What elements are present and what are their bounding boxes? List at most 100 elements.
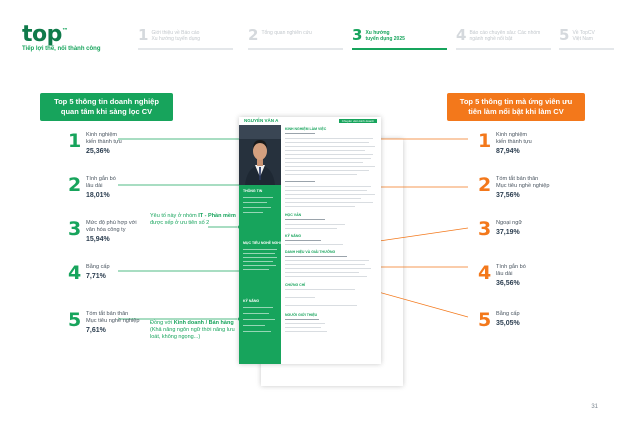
- employer-top5-header: Top 5 thông tin doanh nghiệp quan tâm kh…: [40, 93, 173, 121]
- item-text: Bằng cấp 35,05%: [496, 311, 576, 327]
- cv-cert-title: CHỨNG CHỈ: [285, 283, 306, 287]
- item-label: Tóm tắt bản thân Mục tiêu nghề nghiệp: [86, 311, 140, 324]
- topcv-logo: topcv™: [22, 22, 403, 386]
- candidate-item-3: 3 Ngoại ngữ 37,19%: [478, 220, 576, 239]
- item-label: Tóm tắt bản thân Mục tiêu nghề nghiệp: [496, 176, 550, 189]
- step-number: 1: [138, 26, 149, 44]
- page-number: 31: [591, 404, 598, 410]
- rank-number: 3: [68, 218, 82, 240]
- logo-top: top: [22, 22, 62, 47]
- item-text: Tính gắn bó lâu dài 36,56%: [496, 264, 576, 287]
- sales-callout: Đồng với Kinh doanh / Bán hàng (Khả năng…: [150, 320, 250, 341]
- cv-education-title: HỌC VẤN: [285, 213, 302, 217]
- step-bar: [456, 48, 551, 50]
- item-text: Mức độ phù hợp với văn hóa công ty 15,94%: [86, 220, 156, 243]
- callout-highlight: IT - Phần mềm: [198, 213, 236, 219]
- rank-number: 2: [68, 174, 82, 196]
- rank-number: 4: [478, 262, 492, 284]
- employer-item-3: 3 Mức độ phù hợp với văn hóa công ty 15,9…: [68, 218, 156, 244]
- rank-number: 5: [68, 309, 82, 331]
- rank-number: 3: [478, 218, 492, 240]
- item-text: Tóm tắt bản thân Mục tiêu nghề nghiệp 37,…: [496, 176, 576, 199]
- report-progress-steps: 1 Giới thiệu về Báo cáo Xu hướng tuyển d…: [118, 28, 618, 52]
- step-bar: [138, 48, 233, 50]
- step-2[interactable]: 2 Tổng quan nghiên cứu: [248, 28, 343, 50]
- employer-item-2: 2 Tính gắn bó lâu dài 18,01%: [68, 174, 156, 200]
- step-1[interactable]: 1 Giới thiệu về Báo cáo Xu hướng tuyển d…: [138, 28, 233, 50]
- item-percent: 37,19%: [496, 229, 520, 236]
- item-text: Bằng cấp 7,71%: [86, 264, 156, 280]
- step-number: 4: [456, 26, 467, 44]
- item-label: Mức độ phù hợp với văn hóa công ty: [86, 220, 137, 233]
- item-percent: 7,61%: [86, 327, 106, 334]
- callout-text-pre: Yêu tố này ở nhóm: [150, 213, 199, 219]
- item-percent: 35,05%: [496, 320, 520, 327]
- cv-sidebar-skill-title: KỸ NĂNG: [243, 299, 260, 303]
- candidate-item-1: 1 Kinh nghiệm kiến thành tựu 87,94%: [478, 130, 576, 156]
- cv-header: NGUYỄN VĂN A Chuyên viên kinh doanh: [239, 117, 381, 125]
- item-label: Kinh nghiệm kiến thành tựu: [496, 132, 532, 145]
- step-label: Xu hướng tuyển dụng 2025: [365, 30, 405, 42]
- callout-text-post: được xếp ở ưu tiên số 2: [150, 220, 210, 226]
- cv-name: NGUYỄN VĂN A: [244, 118, 279, 123]
- item-label: Ngoại ngữ: [496, 220, 523, 226]
- item-percent: 87,94%: [496, 148, 520, 155]
- it-callout: Yêu tố này ở nhóm IT - Phần mềm được xếp…: [150, 213, 250, 227]
- candidate-item-2: 2 Tóm tắt bản thân Mục tiêu nghề nghiệp 3…: [478, 174, 576, 200]
- step-number: 5: [559, 26, 570, 44]
- step-bar: [352, 48, 447, 50]
- item-label: Tính gắn bó lâu dài: [86, 176, 116, 189]
- cv-skill-title: KỸ NĂNG: [285, 234, 302, 238]
- item-percent: 18,01%: [86, 192, 110, 199]
- sample-cv: NGUYỄN VĂN A Chuyên viên kinh doanh THÔN…: [239, 117, 381, 364]
- step-5[interactable]: 5 Về TopCV Việt Nam: [559, 28, 614, 50]
- callout-highlight: Kinh doanh / Bán hàng: [173, 320, 234, 326]
- item-percent: 25,36%: [86, 148, 110, 155]
- step-3[interactable]: 3 Xu hướng tuyển dụng 2025: [352, 28, 447, 50]
- step-label: Tổng quan nghiên cứu: [261, 30, 312, 36]
- step-bar: [248, 48, 343, 50]
- rank-number: 4: [68, 262, 82, 284]
- item-label: Bằng cấp: [496, 311, 520, 317]
- step-4[interactable]: 4 Báo cáo chuyên sâu: Các nhóm ngành ngh…: [456, 28, 551, 50]
- callout-text-pre: Đồng với: [150, 320, 174, 326]
- item-label: Kinh nghiệm kiến thành tựu: [86, 132, 122, 145]
- item-percent: 36,56%: [496, 280, 520, 287]
- cv-role: Chuyên viên kinh doanh: [338, 118, 377, 123]
- step-bar: [559, 48, 614, 50]
- cv-awards-title: DANH HIỆU VÀ GIẢI THƯỞNG: [285, 250, 336, 254]
- item-label: Bằng cấp: [86, 264, 110, 270]
- employer-item-1: 1 Kinh nghiệm kiến thành tựu 25,36%: [68, 130, 156, 156]
- person-illustration: [239, 125, 281, 185]
- item-percent: 15,94%: [86, 236, 110, 243]
- cv-reference-title: NGƯỜI GIỚI THIỆU: [285, 313, 318, 317]
- step-number: 2: [248, 26, 259, 44]
- step-label: Báo cáo chuyên sâu: Các nhóm ngành nghề …: [469, 30, 541, 42]
- item-text: Ngoại ngữ 37,19%: [496, 220, 576, 236]
- employer-item-4: 4 Bằng cấp 7,71%: [68, 264, 156, 283]
- cv-sidebar-goal-title: MỤC TIÊU NGHỀ NGHIỆP: [243, 241, 286, 245]
- rank-number: 1: [478, 130, 492, 152]
- step-number: 3: [352, 26, 363, 44]
- cv-experience-title: KINH NGHIỆM LÀM VIỆC: [285, 127, 327, 131]
- tagline: Tiếp lợi thế, nối thành công: [22, 46, 101, 52]
- rank-number: 5: [478, 309, 492, 331]
- candidate-item-4: 4 Tính gắn bó lâu dài 36,56%: [478, 262, 576, 288]
- rank-number: 1: [68, 130, 82, 152]
- step-label: Về TopCV Việt Nam: [572, 30, 595, 42]
- callout-text-post: (Khả năng ngôn ngữ thời năng lưu loát, k…: [150, 327, 235, 340]
- logo-tm: ™: [61, 27, 68, 35]
- rank-number: 2: [478, 174, 492, 196]
- item-percent: 7,71%: [86, 273, 106, 280]
- item-text: Tính gắn bó lâu dài 18,01%: [86, 176, 156, 199]
- employer-item-5: 5 Tóm tắt bản thân Mục tiêu nghề nghiệp 7…: [68, 309, 156, 335]
- item-text: Tóm tắt bản thân Mục tiêu nghề nghiệp 7,6…: [86, 311, 156, 334]
- cv-sidebar-info-title: THÔNG TIN: [243, 189, 263, 193]
- item-text: Kinh nghiệm kiến thành tựu 25,36%: [86, 132, 156, 155]
- candidate-top5-header: Top 5 thông tin mà ứng viên ưu tiên làm …: [447, 93, 585, 121]
- cv-portrait-photo: [239, 125, 281, 185]
- step-label: Giới thiệu về Báo cáo Xu hướng tuyển dụn…: [151, 30, 201, 42]
- item-percent: 37,56%: [496, 192, 520, 199]
- candidate-item-5: 5 Bằng cấp 35,05%: [478, 311, 576, 330]
- item-text: Kinh nghiệm kiến thành tựu 87,94%: [496, 132, 576, 155]
